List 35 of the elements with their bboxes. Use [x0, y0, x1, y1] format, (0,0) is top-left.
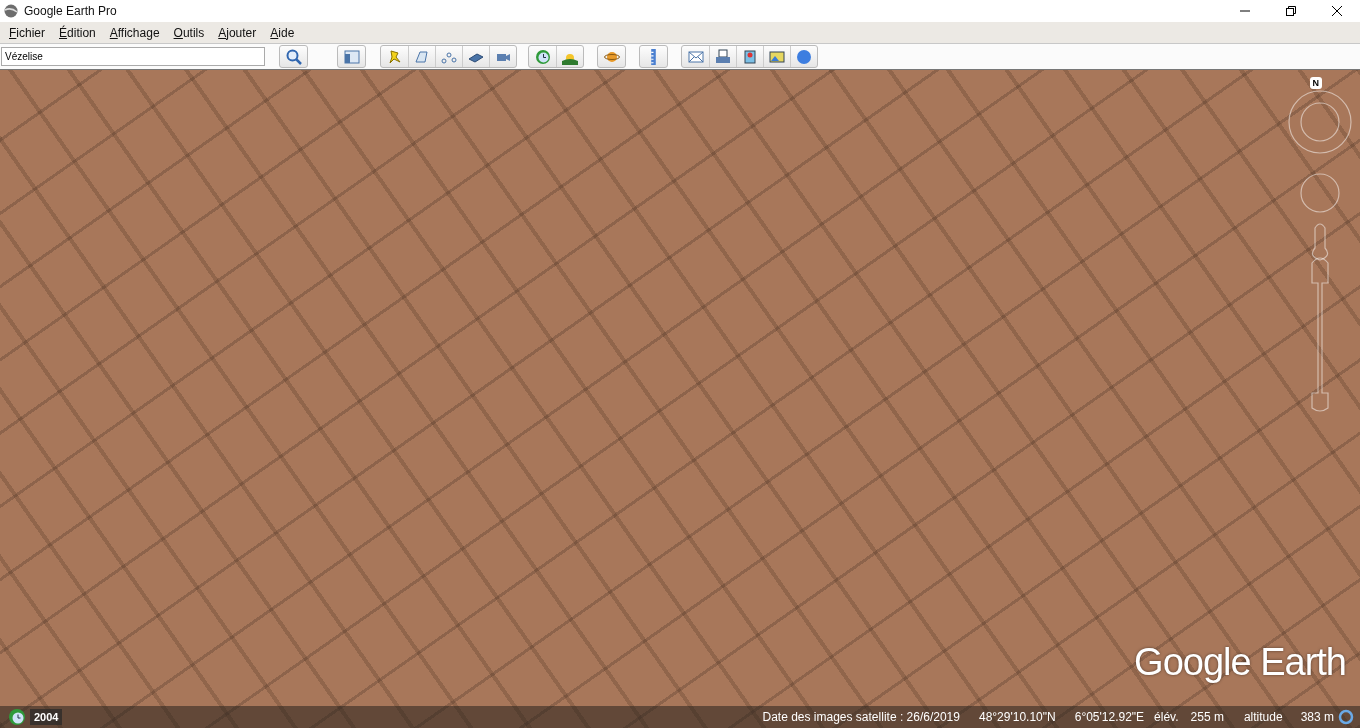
- north-label: N: [1309, 77, 1322, 89]
- menu-item[interactable]: Fichier: [3, 23, 52, 42]
- pushpin-icon: [386, 48, 403, 65]
- menu-item[interactable]: Aide: [264, 23, 301, 42]
- app-logo-icon: [4, 4, 18, 18]
- clock-icon[interactable]: [8, 708, 26, 726]
- menu-item[interactable]: Outils: [167, 23, 211, 42]
- globe-icon: [796, 48, 812, 65]
- ruler-icon: [651, 48, 656, 65]
- latitude-text: 48°29'10.10"N: [978, 710, 1056, 724]
- panel-icon: [343, 48, 360, 65]
- historical-imagery-year[interactable]: 2004: [30, 709, 63, 725]
- menu-item[interactable]: Affichage: [103, 23, 166, 42]
- clock-icon: [534, 48, 551, 65]
- altitude-text: 383 m: [1300, 710, 1334, 724]
- window-title: Google Earth Pro: [24, 4, 117, 18]
- search-icon: [285, 48, 302, 65]
- printer-icon: [715, 48, 731, 65]
- search-field[interactable]: Vézelise: [1, 47, 265, 66]
- altitude-label: altitude: [1243, 710, 1283, 724]
- restore-icon: [1286, 6, 1296, 16]
- map-pin-icon: [742, 48, 758, 65]
- satellite-map-placeholder[interactable]: N Google Earth 2004 Date des images satellite : 26/6/2019 48°29'10.10"N 6°05'12.92"E élév. 255 m altitude 383 m: [0, 70, 1360, 728]
- menu-item[interactable]: Édition: [53, 23, 102, 42]
- longitude-text: 6°05'12.92"E: [1074, 710, 1145, 724]
- elevation-label: élév.: [1154, 710, 1179, 724]
- picture-icon: [769, 48, 785, 65]
- close-icon: [1332, 6, 1342, 16]
- google-earth-logo: Google Earth: [1134, 641, 1346, 684]
- polygon-icon: [414, 48, 430, 65]
- menu-item[interactable]: Ajouter: [212, 23, 263, 42]
- envelope-icon: [687, 48, 704, 65]
- streaming-status-icon: [1338, 709, 1354, 725]
- elevation-text: 255 m: [1190, 710, 1224, 724]
- imagery-date-text: Date des images satellite : 26/6/2019: [762, 710, 960, 724]
